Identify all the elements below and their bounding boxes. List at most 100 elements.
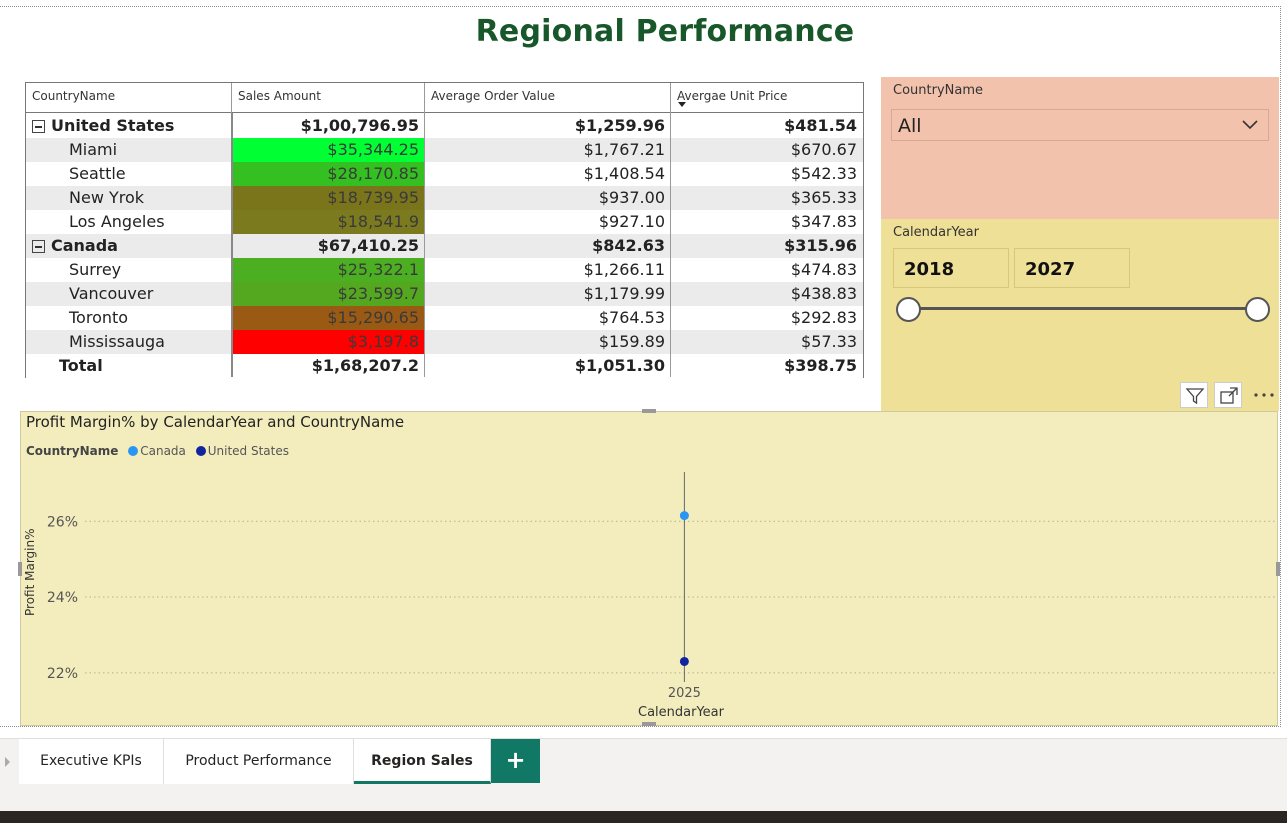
x-axis-title: CalendarYear xyxy=(638,705,724,720)
year-start-input[interactable]: 2018 xyxy=(893,248,1009,288)
y-tick-label: 26% xyxy=(47,514,78,530)
table-row[interactable]: Toronto $15,290.65 $764.53 $292.83 xyxy=(26,306,863,330)
row-label-text: Mississauga xyxy=(69,332,165,351)
group-row[interactable]: United States $1,00,796.95 $1,259.96 $481.5… xyxy=(26,114,863,138)
legend-item-canada[interactable]: Canada xyxy=(140,444,186,458)
row-label: Miami xyxy=(26,138,232,162)
row-label-text: Canada xyxy=(51,236,118,255)
average-order-value-cell: $1,179.99 xyxy=(583,284,665,303)
resize-handle-left[interactable] xyxy=(18,562,22,576)
sales-amount-cell: $67,410.25 xyxy=(317,236,419,255)
year-slicer-label: CalendarYear xyxy=(893,225,979,240)
row-label-text: Seattle xyxy=(69,164,126,183)
table-row[interactable]: New Yrok $18,739.95 $937.00 $365.33 xyxy=(26,186,863,210)
average-order-value-cell: $1,266.11 xyxy=(583,260,665,279)
average-order-value-cell: $1,051.30 xyxy=(574,356,665,375)
average-unit-price-cell: $365.33 xyxy=(790,188,857,207)
report-canvas: Regional Performance CountryName Sales A… xyxy=(0,0,1287,823)
row-label[interactable]: Canada xyxy=(26,234,232,258)
focus-mode-icon[interactable] xyxy=(1214,382,1242,408)
scroll-left-icon[interactable] xyxy=(5,757,10,767)
average-unit-price-cell: $481.54 xyxy=(784,116,857,135)
collapse-icon[interactable] xyxy=(32,120,45,133)
col-header-countryname[interactable]: CountryName xyxy=(26,83,232,113)
total-row[interactable]: Total $1,68,207.2 $1,051.30 $398.75 xyxy=(26,354,863,378)
row-label-text: Toronto xyxy=(69,308,129,327)
row-label-text: Total xyxy=(59,356,103,375)
average-unit-price-cell: $347.83 xyxy=(790,212,857,231)
row-label-text: Surrey xyxy=(69,260,122,279)
legend-marker-canada xyxy=(128,446,139,456)
chevron-down-icon xyxy=(1242,120,1258,130)
chart-legend: CountryName Canada United States xyxy=(26,444,289,458)
resize-handle-right[interactable] xyxy=(1276,562,1280,576)
row-label-text: United States xyxy=(51,116,175,135)
sales-amount-cell: $18,541.9 xyxy=(232,210,425,234)
sales-amount-cell: $25,322.1 xyxy=(232,258,425,282)
row-label-text: Los Angeles xyxy=(69,212,165,231)
row-label-text: Miami xyxy=(69,140,118,159)
row-label: Total xyxy=(26,354,232,378)
country-dropdown[interactable]: All xyxy=(891,109,1269,141)
average-unit-price-cell: $474.83 xyxy=(790,260,857,279)
tab-region-sales[interactable]: Region Sales xyxy=(354,739,491,784)
legend-item-united-states[interactable]: United States xyxy=(208,444,289,458)
legend-title: CountryName xyxy=(26,444,119,458)
data-point-canada[interactable] xyxy=(679,511,689,521)
sales-amount-cell: $1,68,207.2 xyxy=(311,356,419,375)
row-label: New Yrok xyxy=(26,186,232,210)
average-order-value-cell: $927.10 xyxy=(598,212,665,231)
filter-icon[interactable] xyxy=(1180,382,1208,408)
table-row[interactable]: Miami $35,344.25 $1,767.21 $670.67 xyxy=(26,138,863,162)
sales-amount-cell: $15,290.65 xyxy=(232,306,425,330)
average-unit-price-cell: $542.33 xyxy=(790,164,857,183)
average-unit-price-cell: $292.83 xyxy=(790,308,857,327)
collapse-icon[interactable] xyxy=(32,240,45,253)
col-header-sales-amount[interactable]: Sales Amount xyxy=(232,83,425,113)
country-slicer[interactable]: CountryName All xyxy=(881,77,1279,219)
more-options-icon[interactable] xyxy=(1248,382,1276,408)
table-row[interactable]: Mississauga $3,197.8 $159.89 $57.33 xyxy=(26,330,863,354)
average-unit-price-cell: $315.96 xyxy=(784,236,857,255)
table-row[interactable]: Vancouver $23,599.7 $1,179.99 $438.83 xyxy=(26,282,863,306)
row-label: Los Angeles xyxy=(26,210,232,234)
chart-plot-area: 22% 24% 26% 2025 xyxy=(47,472,1277,701)
sales-amount-cell: $28,170.85 xyxy=(232,162,425,186)
y-tick-label: 22% xyxy=(47,666,78,682)
taskbar xyxy=(0,811,1287,823)
col-header-average-order-value[interactable]: Average Order Value xyxy=(425,83,671,113)
tab-product-performance[interactable]: Product Performance xyxy=(164,739,354,784)
year-end-input[interactable]: 2027 xyxy=(1014,248,1130,288)
data-point-united-states[interactable] xyxy=(679,656,689,666)
row-label[interactable]: United States xyxy=(26,114,232,138)
average-order-value-cell: $1,767.21 xyxy=(583,140,665,159)
resize-handle-bottom[interactable] xyxy=(642,722,656,726)
group-row[interactable]: Canada $67,410.25 $842.63 $315.96 xyxy=(26,234,863,258)
year-slider-end-handle[interactable] xyxy=(1245,297,1270,322)
y-tick-label: 24% xyxy=(47,590,78,606)
resize-handle-top[interactable] xyxy=(642,409,656,413)
profit-margin-chart[interactable]: 22% 24% 26% 2025 Profit Margin% by Calendar… xyxy=(20,411,1278,726)
average-unit-price-cell: $438.83 xyxy=(790,284,857,303)
sales-matrix[interactable]: CountryName Sales Amount Average Order V… xyxy=(25,82,864,378)
table-row[interactable]: Surrey $25,322.1 $1,266.11 $474.83 xyxy=(26,258,863,282)
sales-amount-cell: $35,344.25 xyxy=(232,138,425,162)
year-slider-track[interactable] xyxy=(909,307,1259,310)
average-order-value-cell: $1,259.96 xyxy=(574,116,665,135)
column-divider xyxy=(670,83,671,377)
row-label: Mississauga xyxy=(26,330,232,354)
tab-executive-kpis[interactable]: Executive KPIs xyxy=(19,739,164,784)
add-page-button[interactable]: + xyxy=(491,739,540,783)
average-order-value-cell: $937.00 xyxy=(598,188,665,207)
table-row[interactable]: Los Angeles $18,541.9 $927.10 $347.83 xyxy=(26,210,863,234)
table-row[interactable]: Seattle $28,170.85 $1,408.54 $542.33 xyxy=(26,162,863,186)
matrix-header-row: CountryName Sales Amount Average Order V… xyxy=(26,83,863,113)
sales-amount-cell: $23,599.7 xyxy=(232,282,425,306)
row-label: Seattle xyxy=(26,162,232,186)
col-header-average-unit-price[interactable]: Avergae Unit Price xyxy=(671,83,863,113)
year-slider-start-handle[interactable] xyxy=(896,297,921,322)
country-dropdown-value: All xyxy=(898,115,922,137)
row-label: Surrey xyxy=(26,258,232,282)
column-divider xyxy=(424,83,425,377)
average-unit-price-cell: $57.33 xyxy=(801,332,857,351)
